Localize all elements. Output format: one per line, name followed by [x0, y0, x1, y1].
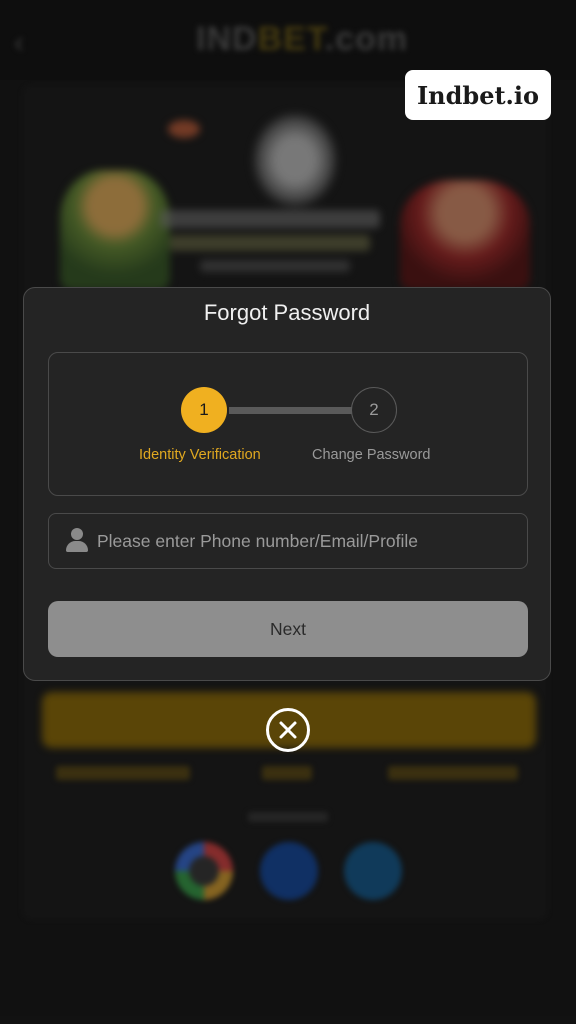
progress-steps: 1 2 Identity Verification Change Passwor… [48, 352, 528, 496]
account-input-field[interactable] [48, 513, 528, 569]
step-1-number: 1 [199, 400, 209, 419]
account-input[interactable] [97, 530, 527, 552]
watermark-logo: Indbet.io [405, 70, 551, 120]
watermark-text: Indbet.io [416, 80, 540, 110]
step-1-indicator: 1 [181, 387, 227, 433]
step-1-label: Identity Verification [139, 447, 261, 463]
step-connector [229, 407, 353, 414]
step-2-number: 2 [369, 400, 379, 419]
dialog-title: Forgot Password [203, 300, 371, 325]
step-2-label: Change Password [312, 447, 431, 463]
forgot-password-dialog: Forgot Password 1 2 Identity Verificatio… [23, 287, 551, 681]
close-circle-icon[interactable] [266, 708, 310, 752]
step-2-indicator: 2 [351, 387, 397, 433]
next-button[interactable]: Next [48, 601, 528, 657]
user-icon [65, 528, 89, 554]
